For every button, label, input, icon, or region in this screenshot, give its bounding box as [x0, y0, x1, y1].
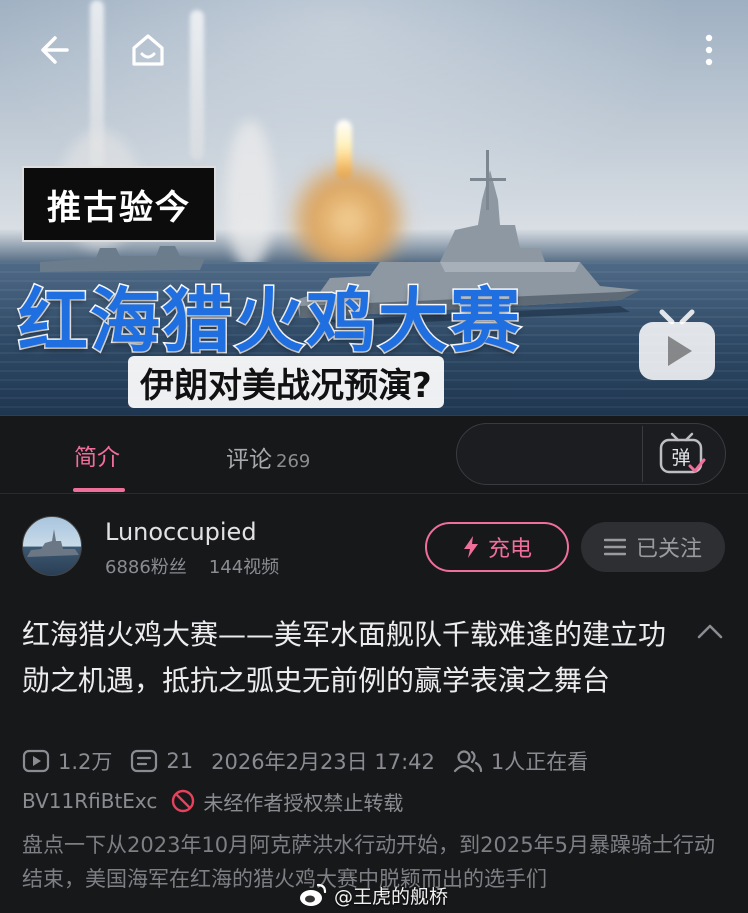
video-meta-row: 1.2万 21 2026年2月23日 17:42 1人正在看 [22, 746, 606, 776]
bvid-row: BV11RfiBtExc 未经作者授权禁止转载 [22, 786, 403, 816]
prohibited-icon [172, 789, 195, 813]
danmaku-count-icon [131, 749, 158, 773]
comments-count: 269 [276, 451, 311, 472]
thumbnail-subtitle: 伊朗对美战况预演? [128, 356, 444, 408]
follow-label: 已关注 [635, 537, 702, 562]
uploader-followers: 6886粉丝 [105, 557, 187, 578]
thumbnail-tag: 推古验今 [22, 166, 216, 242]
repost-notice-text: 未经作者授权禁止转载 [203, 790, 404, 815]
tab-comments[interactable]: 评论 269 [226, 440, 310, 474]
lightning-icon [463, 536, 478, 558]
weibo-watermark: @王虎的舰桥 [298, 880, 448, 910]
back-button[interactable] [31, 28, 75, 72]
menu-lines-icon [603, 538, 626, 556]
home-button[interactable] [126, 28, 170, 72]
collapse-button[interactable] [690, 614, 730, 648]
tab-comments-label: 评论 [226, 447, 272, 473]
repost-notice: 未经作者授权禁止转载 [171, 787, 403, 816]
people-icon [453, 750, 482, 773]
weibo-logo-icon [300, 883, 327, 906]
uploader-stats: 6886粉丝 144视频 [105, 553, 279, 579]
video-player[interactable]: 推古验今 红海猎火鸡大赛 伊朗对美战况预演? [0, 0, 748, 416]
uploader-name[interactable]: Lunoccupied [105, 518, 257, 546]
back-arrow-icon [41, 36, 69, 64]
more-options-button[interactable] [687, 28, 731, 72]
danmaku-divider [642, 426, 643, 482]
thumbnail-title: 红海猎火鸡大赛 [17, 279, 522, 364]
uploader-avatar[interactable] [22, 516, 82, 576]
thumbnail-tag-text: 推古验今 [47, 187, 191, 228]
tab-active-indicator [73, 488, 125, 492]
danmaku-stat: 21 [130, 749, 193, 773]
charge-label: 充电 [487, 537, 532, 562]
danmaku-toggle-icon[interactable]: 弹 [656, 430, 708, 478]
danmaku-toggle-label: 弹 [671, 447, 690, 469]
charge-button[interactable]: 充电 [425, 522, 569, 572]
publish-datetime: 2026年2月23日 17:42 [211, 750, 435, 774]
play-count-icon [22, 749, 50, 773]
avatar-warship-image [27, 529, 79, 557]
tab-intro[interactable]: 简介 [74, 438, 120, 472]
views-count: 1.2万 [58, 750, 113, 774]
more-vertical-icon [705, 34, 713, 66]
video-title: 红海猎火鸡大赛——美军水面舰队千载难逢的建立功勋之机遇，抵抗之弧史无前例的赢学表… [22, 618, 667, 697]
danmaku-count: 21 [166, 749, 194, 773]
uploader-videos: 144视频 [208, 557, 280, 578]
home-icon [132, 34, 164, 66]
bvid[interactable]: BV11RfiBtExc [22, 789, 157, 813]
watching-stat: 1人正在看 [453, 746, 588, 776]
follow-button[interactable]: 已关注 [581, 522, 725, 572]
views-stat: 1.2万 [22, 746, 112, 776]
tab-intro-label: 简介 [74, 445, 120, 471]
watermark-text: @王虎的舰桥 [334, 885, 449, 908]
watching-count: 1人正在看 [490, 750, 589, 774]
chevron-up-icon [697, 624, 723, 639]
bilibili-tv-icon[interactable] [636, 306, 718, 384]
